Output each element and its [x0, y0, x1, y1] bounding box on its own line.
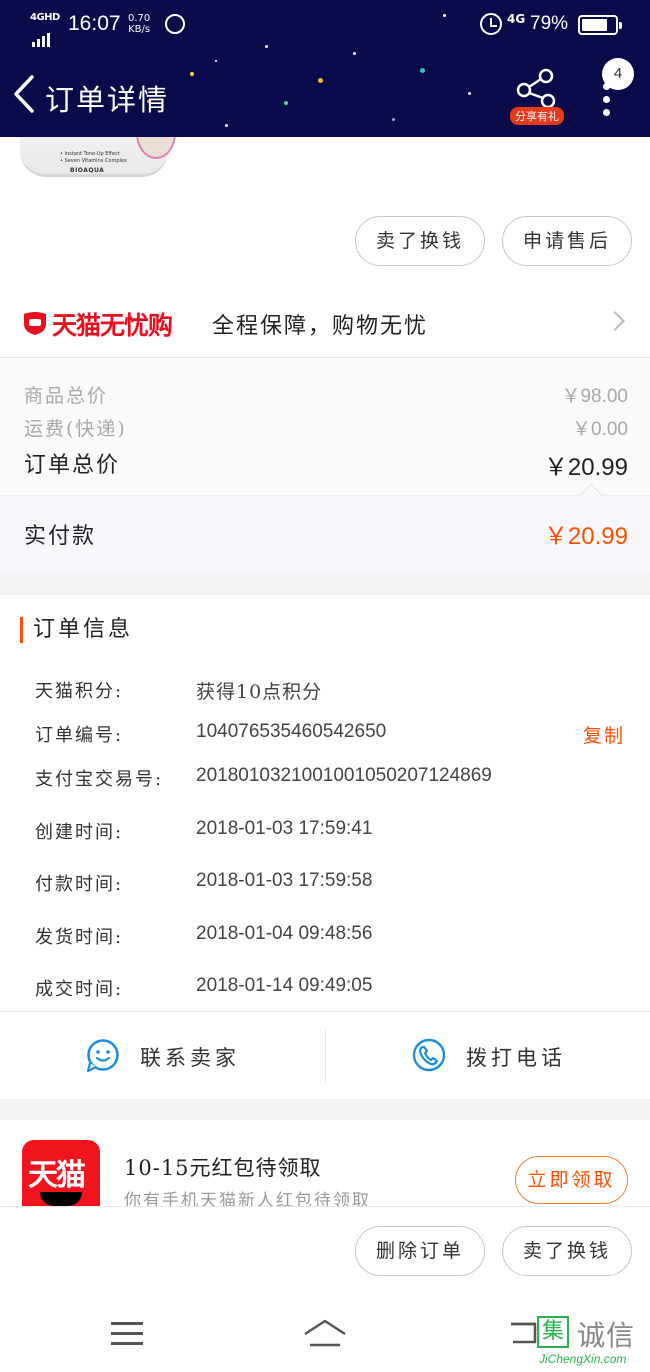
info-label: 天猫积分:: [35, 681, 124, 702]
network-speed: 0.70 KB/s: [128, 13, 150, 35]
copy-order-number-button[interactable]: 复制: [583, 721, 625, 748]
contact-bar: 联系卖家 拨打电话: [0, 1011, 650, 1099]
tmall-logo-text: 天猫: [28, 1158, 86, 1193]
info-value: 2018-01-03 17:59:41: [196, 818, 373, 839]
shipping-label: 运费(快递): [24, 418, 127, 440]
info-row-shipped: 发货时间: 2018-01-04 09:48:56: [0, 923, 650, 953]
battery-icon: [578, 15, 622, 35]
share-icon: [516, 68, 556, 109]
tmall-logo: 天猫: [22, 1140, 100, 1206]
info-value: 2018010321001001050207124869: [196, 765, 492, 786]
battery-percent: 79%: [530, 13, 569, 34]
tmall-guarantee-row[interactable]: 天猫无忧购 全程保障，购物无忧: [0, 290, 650, 358]
info-row-created: 创建时间: 2018-01-03 17:59:41: [0, 818, 650, 848]
guarantee-slogan: 全程保障，购物无忧: [212, 314, 429, 339]
tmall-shield-icon: [24, 312, 46, 335]
info-label: 创建时间:: [35, 822, 124, 843]
watermark-url: JiChengXin.com: [539, 1352, 627, 1366]
info-value: 2018-01-04 09:48:56: [196, 923, 373, 944]
red-packet-promo: 天猫 10-15元红包待领取 你有手机天猫新人红包待领取 立即领取: [0, 1120, 650, 1206]
chevron-right-icon: [605, 311, 625, 331]
watermark-logo: 集: [537, 1316, 569, 1348]
home-icon[interactable]: [302, 1318, 348, 1348]
info-label: 订单编号:: [35, 725, 124, 746]
info-row-points: 天猫积分: 获得10点积分: [0, 677, 650, 707]
share-reward-label: 分享有礼: [510, 107, 564, 125]
watermark-text: 诚信: [577, 1319, 636, 1352]
paid-amount-row: 实付款 ￥20.99: [0, 483, 650, 573]
paid-value: ￥20.99: [543, 523, 628, 550]
share-button[interactable]: 分享有礼: [506, 67, 566, 125]
order-info-title: 订单信息: [20, 617, 133, 643]
page-title: 订单详情: [45, 83, 170, 117]
contact-seller-label: 联系卖家: [140, 1046, 240, 1070]
claim-now-button[interactable]: 立即领取: [515, 1156, 628, 1204]
goods-total-label: 商品总价: [24, 385, 109, 407]
guarantee-name: 天猫无忧购: [52, 311, 173, 340]
network-speed-value: 0.70: [128, 13, 151, 24]
section-gap: [0, 573, 650, 595]
sell-for-cash-button[interactable]: 卖了换钱: [355, 216, 485, 266]
network-speed-unit: KB/s: [128, 24, 151, 35]
alarm-icon: [480, 13, 502, 35]
product-image[interactable]: • Instant Tone-Up Effect • Seven Vitamin…: [18, 137, 178, 181]
network-type-right: 4G: [507, 12, 526, 26]
signal-icon: 4GHD: [30, 12, 60, 47]
header: 4GHD 16:07 0.70 KB/s 4G 79% 订单详情 分享有礼: [0, 0, 650, 137]
after-sale-button[interactable]: 申请售后: [502, 216, 632, 266]
promo-subtitle: 你有手机天猫新人红包待领取: [124, 1191, 371, 1206]
section-gap: [0, 1099, 650, 1120]
shipping-value: ￥0.00: [572, 419, 628, 440]
bottom-action-bar: 删除订单 卖了换钱: [0, 1206, 650, 1294]
phone-icon: [412, 1038, 446, 1072]
price-summary: 商品总价 ￥98.00 运费(快递) ￥0.00 订单总价 ￥20.99: [0, 359, 650, 495]
status-time: 16:07: [68, 12, 121, 35]
order-total-value: ￥20.99: [543, 454, 628, 481]
tmall-logo-mark: [40, 1192, 82, 1206]
network-type: 4GHD: [30, 12, 60, 23]
jar-line-2: • Seven Vitamins Complex: [60, 158, 127, 164]
jar-brand: BIOAQUA: [70, 167, 105, 174]
message-count-badge[interactable]: 4: [602, 58, 634, 90]
info-row-paid: 付款时间: 2018-01-03 17:59:58: [0, 870, 650, 900]
nav-bar: 订单详情 分享有礼: [0, 55, 650, 135]
globe-icon: [165, 14, 185, 34]
goods-total-value: ￥98.00: [561, 386, 628, 407]
paid-label: 实付款: [24, 524, 97, 549]
info-label: 成交时间:: [35, 979, 124, 1000]
back-button[interactable]: [8, 73, 42, 115]
contact-seller-button[interactable]: 联系卖家: [0, 1012, 325, 1100]
menu-icon[interactable]: [111, 1322, 143, 1346]
site-watermark: 集 诚信 JiChengXin.com: [533, 1312, 650, 1372]
info-row-alipay-number: 支付宝交易号: 2018010321001001050207124869: [0, 765, 650, 795]
info-row-completed: 成交时间: 2018-01-14 09:49:05: [0, 975, 650, 1005]
chat-bubble-icon: [86, 1039, 119, 1072]
order-number-value[interactable]: 104076535460542650: [196, 721, 386, 743]
info-label: 支付宝交易号:: [35, 769, 164, 790]
status-bar: 4GHD 16:07 0.70 KB/s 4G 79%: [0, 0, 650, 50]
sell-for-cash-button-bottom[interactable]: 卖了换钱: [502, 1226, 632, 1276]
call-phone-button[interactable]: 拨打电话: [326, 1012, 650, 1100]
info-value: 2018-01-14 09:49:05: [196, 975, 373, 996]
promo-title: 10-15元红包待领取: [124, 1156, 322, 1180]
system-nav-bar: 集 诚信 JiChengXin.com: [0, 1294, 650, 1372]
chevron-left-icon: [14, 75, 34, 113]
battery-fill: [582, 19, 608, 31]
delete-order-button[interactable]: 删除订单: [355, 1226, 485, 1276]
info-value: 2018-01-03 17:59:58: [196, 870, 373, 891]
info-label: 发货时间:: [35, 927, 124, 948]
order-total-label: 订单总价: [24, 453, 121, 478]
call-phone-label: 拨打电话: [466, 1046, 566, 1070]
info-label: 付款时间:: [35, 874, 124, 895]
jar-line-1: • Instant Tone-Up Effect: [60, 151, 120, 157]
info-row-order-number: 订单编号: 104076535460542650 复制: [0, 721, 650, 751]
info-value: 获得10点积分: [196, 681, 323, 703]
